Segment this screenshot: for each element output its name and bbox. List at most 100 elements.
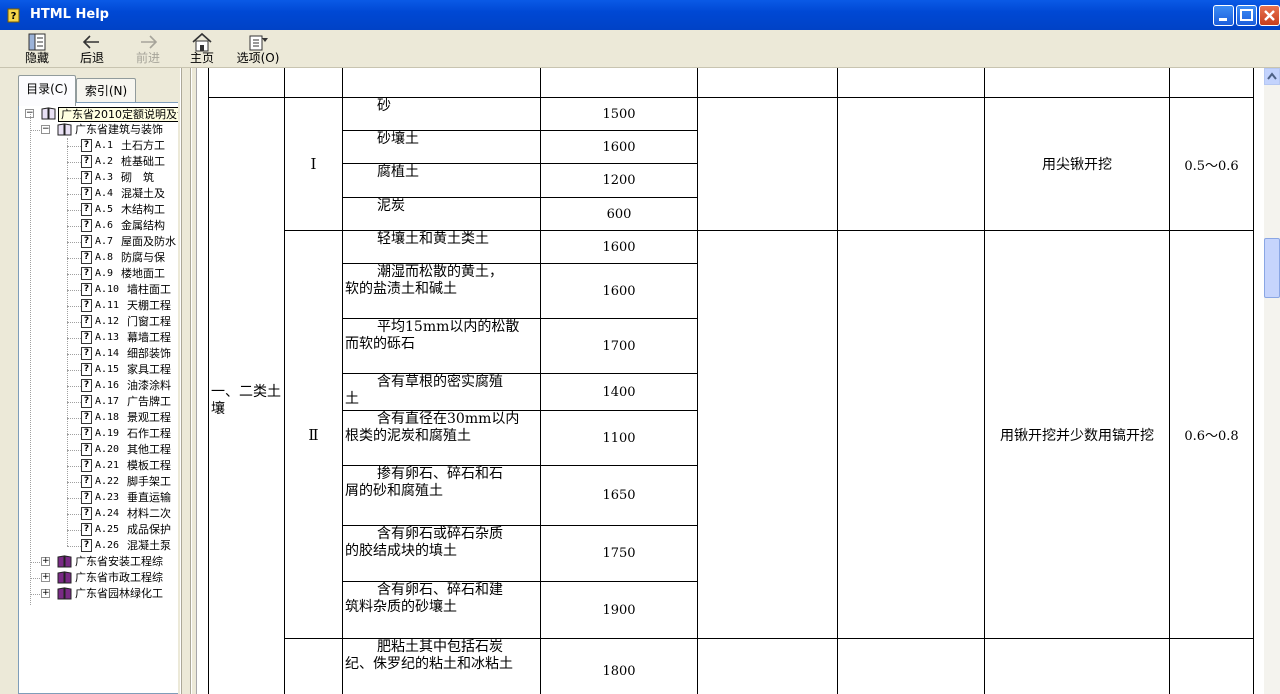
close-button[interactable] (1259, 5, 1280, 26)
tree-item-a-8[interactable]: ? A.8 防腐与保 (81, 250, 165, 266)
tree-item-a-13[interactable]: ? A.13 幕墙工程 (81, 330, 171, 346)
tree-node-chapter[interactable]: 广东省建筑与装饰 (57, 122, 163, 138)
expand-expander[interactable]: + (41, 557, 50, 566)
tree-node-label: 广东省建筑与装饰 (75, 123, 163, 136)
tree-item-a-5[interactable]: ? A.5 木结构工 (81, 202, 165, 218)
splitter-edge (180, 68, 182, 694)
density-cell: 1200 (540, 163, 698, 198)
density-cell: 1600 (540, 130, 698, 164)
tab-contents[interactable]: 目录(C) (18, 75, 76, 106)
tree-item-a-14[interactable]: ? A.14 细部装饰 (81, 346, 171, 362)
tree-item-a-7[interactable]: ? A.7 屋面及防水 (81, 234, 176, 250)
help-page-icon: ? (81, 267, 92, 280)
tree-item-code: A.12 (95, 316, 120, 327)
back-button[interactable]: 后退 (70, 32, 114, 66)
tree-line (67, 274, 81, 275)
tree-item-code: A.14 (95, 348, 120, 359)
topic-content[interactable]: 一、二类土壤 Ⅰ 砂 1500 用尖锹开挖 0.5～0.6 砂壤土 1600 腐… (196, 68, 1264, 694)
tree-item-a-18[interactable]: ? A.18 景观工程 (81, 410, 171, 426)
tree-node-sibling[interactable]: 广东省园林绿化工 (57, 586, 163, 602)
hide-icon (28, 33, 46, 51)
tree-line (30, 594, 40, 595)
tree-item-a-23[interactable]: ? A.23 垂直运输 (81, 490, 171, 506)
scroll-thumb[interactable] (1264, 238, 1280, 298)
blank-cell (837, 638, 985, 694)
tree-line (67, 338, 81, 339)
help-page-icon: ? (81, 507, 92, 520)
tree-item-code: A.24 (95, 508, 120, 519)
tree-line (67, 242, 81, 243)
forward-button[interactable]: 前进 (126, 32, 170, 66)
tree-item-a-3[interactable]: ? A.3 砌 筑 (81, 170, 154, 186)
tree-line (67, 162, 81, 163)
window-title: HTML Help (30, 7, 109, 22)
expand-expander[interactable]: + (41, 573, 50, 582)
tree-item-a-21[interactable]: ? A.21 模板工程 (81, 458, 171, 474)
tree-item-a-15[interactable]: ? A.15 家具工程 (81, 362, 171, 378)
collapse-expander[interactable]: − (41, 125, 50, 134)
pane-splitter[interactable] (178, 68, 196, 694)
tree-item-a-19[interactable]: ? A.19 石作工程 (81, 426, 171, 442)
tree-item-a-6[interactable]: ? A.6 金属结构 (81, 218, 165, 234)
vertical-scrollbar[interactable] (1264, 68, 1280, 694)
coefficient-cell: 0.5～0.6 (1169, 97, 1254, 231)
tree-item-a-12[interactable]: ? A.12 门窗工程 (81, 314, 171, 330)
scroll-up-button[interactable] (1264, 68, 1280, 85)
tree-item-a-9[interactable]: ? A.9 楼地面工 (81, 266, 165, 282)
tree-item-label: 防腐与保 (121, 251, 165, 264)
tree-line (67, 402, 81, 403)
tree-item-a-25[interactable]: ? A.25 成品保护 (81, 522, 171, 538)
soil-name: 肥粘土其中包括石炭 (377, 639, 503, 655)
help-page-icon: ? (81, 411, 92, 424)
back-button-label: 后退 (79, 51, 104, 65)
soil-cell: 含有直径在30mm以内 根类的泥炭和腐殖土 (342, 410, 541, 466)
hide-button[interactable]: 隐藏 (15, 32, 59, 66)
tree-line (67, 322, 81, 323)
contents-tree[interactable]: −广东省2010定额说明及计算规则−广东省建筑与装饰?A.1土石方工?A.2桩基… (18, 102, 190, 694)
home-icon (192, 32, 212, 52)
title-bar: ? HTML Help (0, 0, 1280, 30)
tree-item-a-1[interactable]: ? A.1 土石方工 (81, 138, 165, 154)
tree-item-code: A.10 (95, 284, 120, 295)
soil-name-cont: 纪、侏罗纪的粘土和冰粘土 (345, 656, 513, 672)
tree-item-a-20[interactable]: ? A.20 其他工程 (81, 442, 171, 458)
tree-item-label: 幕墙工程 (127, 331, 171, 344)
tree-item-a-4[interactable]: ? A.4 混凝土及 (81, 186, 165, 202)
tree-item-code: A.5 (95, 204, 114, 215)
soil-name: 腐植土 (377, 164, 419, 180)
options-button[interactable]: 选项(O) (235, 32, 281, 66)
tree-node-sibling[interactable]: 广东省市政工程综 (57, 570, 163, 586)
maximize-button[interactable] (1236, 5, 1257, 26)
density-cell: 1400 (540, 373, 698, 411)
help-page-icon: ? (81, 235, 92, 248)
tree-item-label: 金属结构 (121, 219, 165, 232)
expand-expander[interactable]: + (41, 589, 50, 598)
tree-item-label: 家具工程 (127, 363, 171, 376)
tree-node-sibling[interactable]: 广东省安装工程综 (57, 554, 163, 570)
svg-text:?: ? (11, 11, 17, 22)
tree-item-a-22[interactable]: ? A.22 脚手架工 (81, 474, 171, 490)
soil-name: 含有卵石或碎石杂质 (377, 526, 503, 542)
tree-item-a-17[interactable]: ? A.17 广告牌工 (81, 394, 171, 410)
tree-item-a-2[interactable]: ? A.2 桩基础工 (81, 154, 165, 170)
tree-item-a-10[interactable]: ? A.10 墙柱面工 (81, 282, 171, 298)
tree-item-code: A.25 (95, 524, 120, 535)
tree-item-label: 屋面及防水 (121, 235, 176, 248)
help-page-icon: ? (81, 331, 92, 344)
tree-item-a-26[interactable]: ? A.26 混凝土泵 (81, 538, 171, 554)
table-cell (284, 68, 343, 98)
tree-line (67, 258, 81, 259)
tree-item-a-16[interactable]: ? A.16 油漆涂料 (81, 378, 171, 394)
soil-name: 含有直径在30mm以内 (377, 411, 520, 427)
tree-item-a-24[interactable]: ? A.24 材料二次 (81, 506, 171, 522)
tab-index[interactable]: 索引(N) (76, 78, 136, 103)
coefficient-cell (1169, 638, 1254, 694)
soil-name: 泥炭 (377, 198, 405, 214)
soil-cell: 掺有卵石、碎石和石 屑的砂和腐殖土 (342, 465, 541, 526)
home-button[interactable]: 主页 (180, 32, 224, 66)
tree-item-a-11[interactable]: ? A.11 天棚工程 (81, 298, 171, 314)
open-book-icon (57, 123, 72, 136)
table-cell (697, 68, 838, 98)
minimize-button[interactable] (1213, 5, 1234, 26)
tree-item-label: 天棚工程 (127, 299, 171, 312)
